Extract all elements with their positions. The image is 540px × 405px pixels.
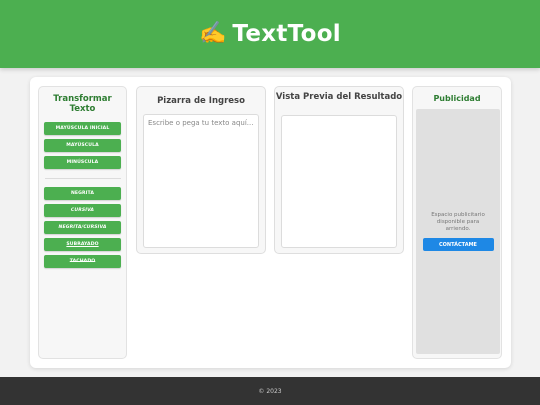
lowercase-button[interactable]: MINÚSCULA: [44, 156, 121, 169]
bold-italic-button[interactable]: NEGRITA/CURSIVA: [44, 221, 121, 234]
brand: ✍️ TextTool: [199, 21, 341, 47]
underline-button[interactable]: SUBRAYADO: [44, 238, 121, 251]
contact-button[interactable]: CONTÁCTAME: [422, 238, 494, 251]
ad-space: Espacio publicitario disponible para arr…: [416, 109, 500, 354]
underline-label: SUBRAYADO: [66, 242, 99, 247]
app-header: ✍️ TextTool: [0, 0, 540, 68]
bold-button[interactable]: NEGRITA: [44, 187, 121, 200]
copyright-text: © 2023: [258, 387, 282, 395]
uppercase-button[interactable]: MAYÚSCULA: [44, 139, 121, 152]
app-title: TextTool: [232, 21, 341, 47]
ad-panel: Publicidad Espacio publicitario disponib…: [412, 86, 502, 359]
text-input[interactable]: [143, 114, 259, 248]
transform-sidebar: Transformar Texto MAYÚSCULA INICIAL MAYÚ…: [38, 86, 127, 359]
preview-panel-title: Vista Previa del Resultado: [275, 92, 403, 102]
sidebar-title: Transformar Texto: [53, 94, 112, 114]
italic-button[interactable]: CURSIVA: [44, 204, 121, 217]
case-button-group: MAYÚSCULA INICIAL MAYÚSCULA MINÚSCULA: [39, 122, 126, 169]
preview-output: [281, 115, 397, 248]
input-panel-title: Pizarra de Ingreso: [157, 96, 245, 106]
page-footer: © 2023: [0, 377, 540, 405]
writing-hand-icon: ✍️: [199, 21, 227, 46]
ad-panel-title: Publicidad: [433, 94, 481, 103]
style-button-group: NEGRITA CURSIVA NEGRITA/CURSIVA SUBRAYAD…: [39, 187, 126, 268]
ad-text: Espacio publicitario disponible para arr…: [431, 212, 485, 232]
preview-panel: Vista Previa del Resultado: [274, 86, 404, 254]
strikethrough-label: TACHADO: [69, 259, 96, 264]
strikethrough-button[interactable]: TACHADO: [44, 255, 121, 268]
input-panel: Pizarra de Ingreso: [136, 86, 266, 254]
sentence-case-button[interactable]: MAYÚSCULA INICIAL: [44, 122, 121, 135]
sidebar-divider: [44, 178, 121, 179]
